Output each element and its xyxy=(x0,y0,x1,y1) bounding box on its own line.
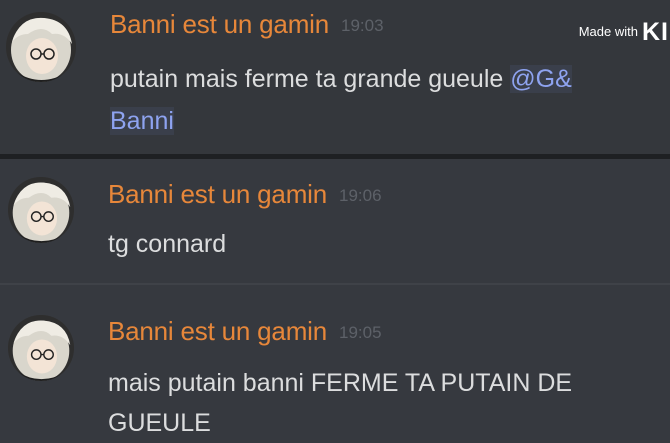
user-avatar[interactable] xyxy=(8,177,74,243)
user-avatar[interactable] xyxy=(8,315,74,381)
user-avatar[interactable] xyxy=(6,12,76,82)
message-header: Banni est un gamin 19:03 xyxy=(110,9,384,40)
username[interactable]: Banni est un gamin xyxy=(108,179,327,209)
chat-messages: Banni est un gamin 19:03 putain mais ferm… xyxy=(0,0,670,443)
timestamp: 19:06 xyxy=(339,186,382,205)
message-content: putain mais ferme ta grande gueule @G& B… xyxy=(110,58,572,142)
watermark-brand: KIN xyxy=(641,18,670,46)
message-content: mais putain banni FERME TA PUTAIN DE GUE… xyxy=(108,363,664,443)
message-text: tg connard xyxy=(108,230,227,258)
message-header: Banni est un gamin 19:05 xyxy=(108,316,382,347)
username[interactable]: Banni est un gamin xyxy=(108,316,327,346)
timestamp: 19:03 xyxy=(341,16,384,35)
message-content: tg connard xyxy=(108,223,226,265)
message-text: mais putain banni FERME TA PUTAIN DE GUE… xyxy=(108,369,573,437)
message-0: Banni est un gamin 19:03 putain mais ferm… xyxy=(0,0,670,154)
message-2: Banni est un gamin 19:05 mais putain bann… xyxy=(0,285,670,443)
anime-avatar-icon xyxy=(6,12,76,82)
anime-avatar-icon xyxy=(8,315,74,381)
anime-avatar-icon xyxy=(8,177,74,243)
timestamp: 19:05 xyxy=(339,323,382,342)
message-1: Banni est un gamin 19:06 tg connard xyxy=(0,159,670,285)
username[interactable]: Banni est un gamin xyxy=(110,9,329,39)
message-header: Banni est un gamin 19:06 xyxy=(108,179,382,210)
watermark: Made withKIN xyxy=(579,18,670,47)
user-mention[interactable]: Banni xyxy=(110,107,174,135)
user-mention[interactable]: @G& xyxy=(510,65,572,93)
watermark-prefix: Made with xyxy=(578,24,638,39)
message-text: putain mais ferme ta grande gueule xyxy=(110,65,504,93)
